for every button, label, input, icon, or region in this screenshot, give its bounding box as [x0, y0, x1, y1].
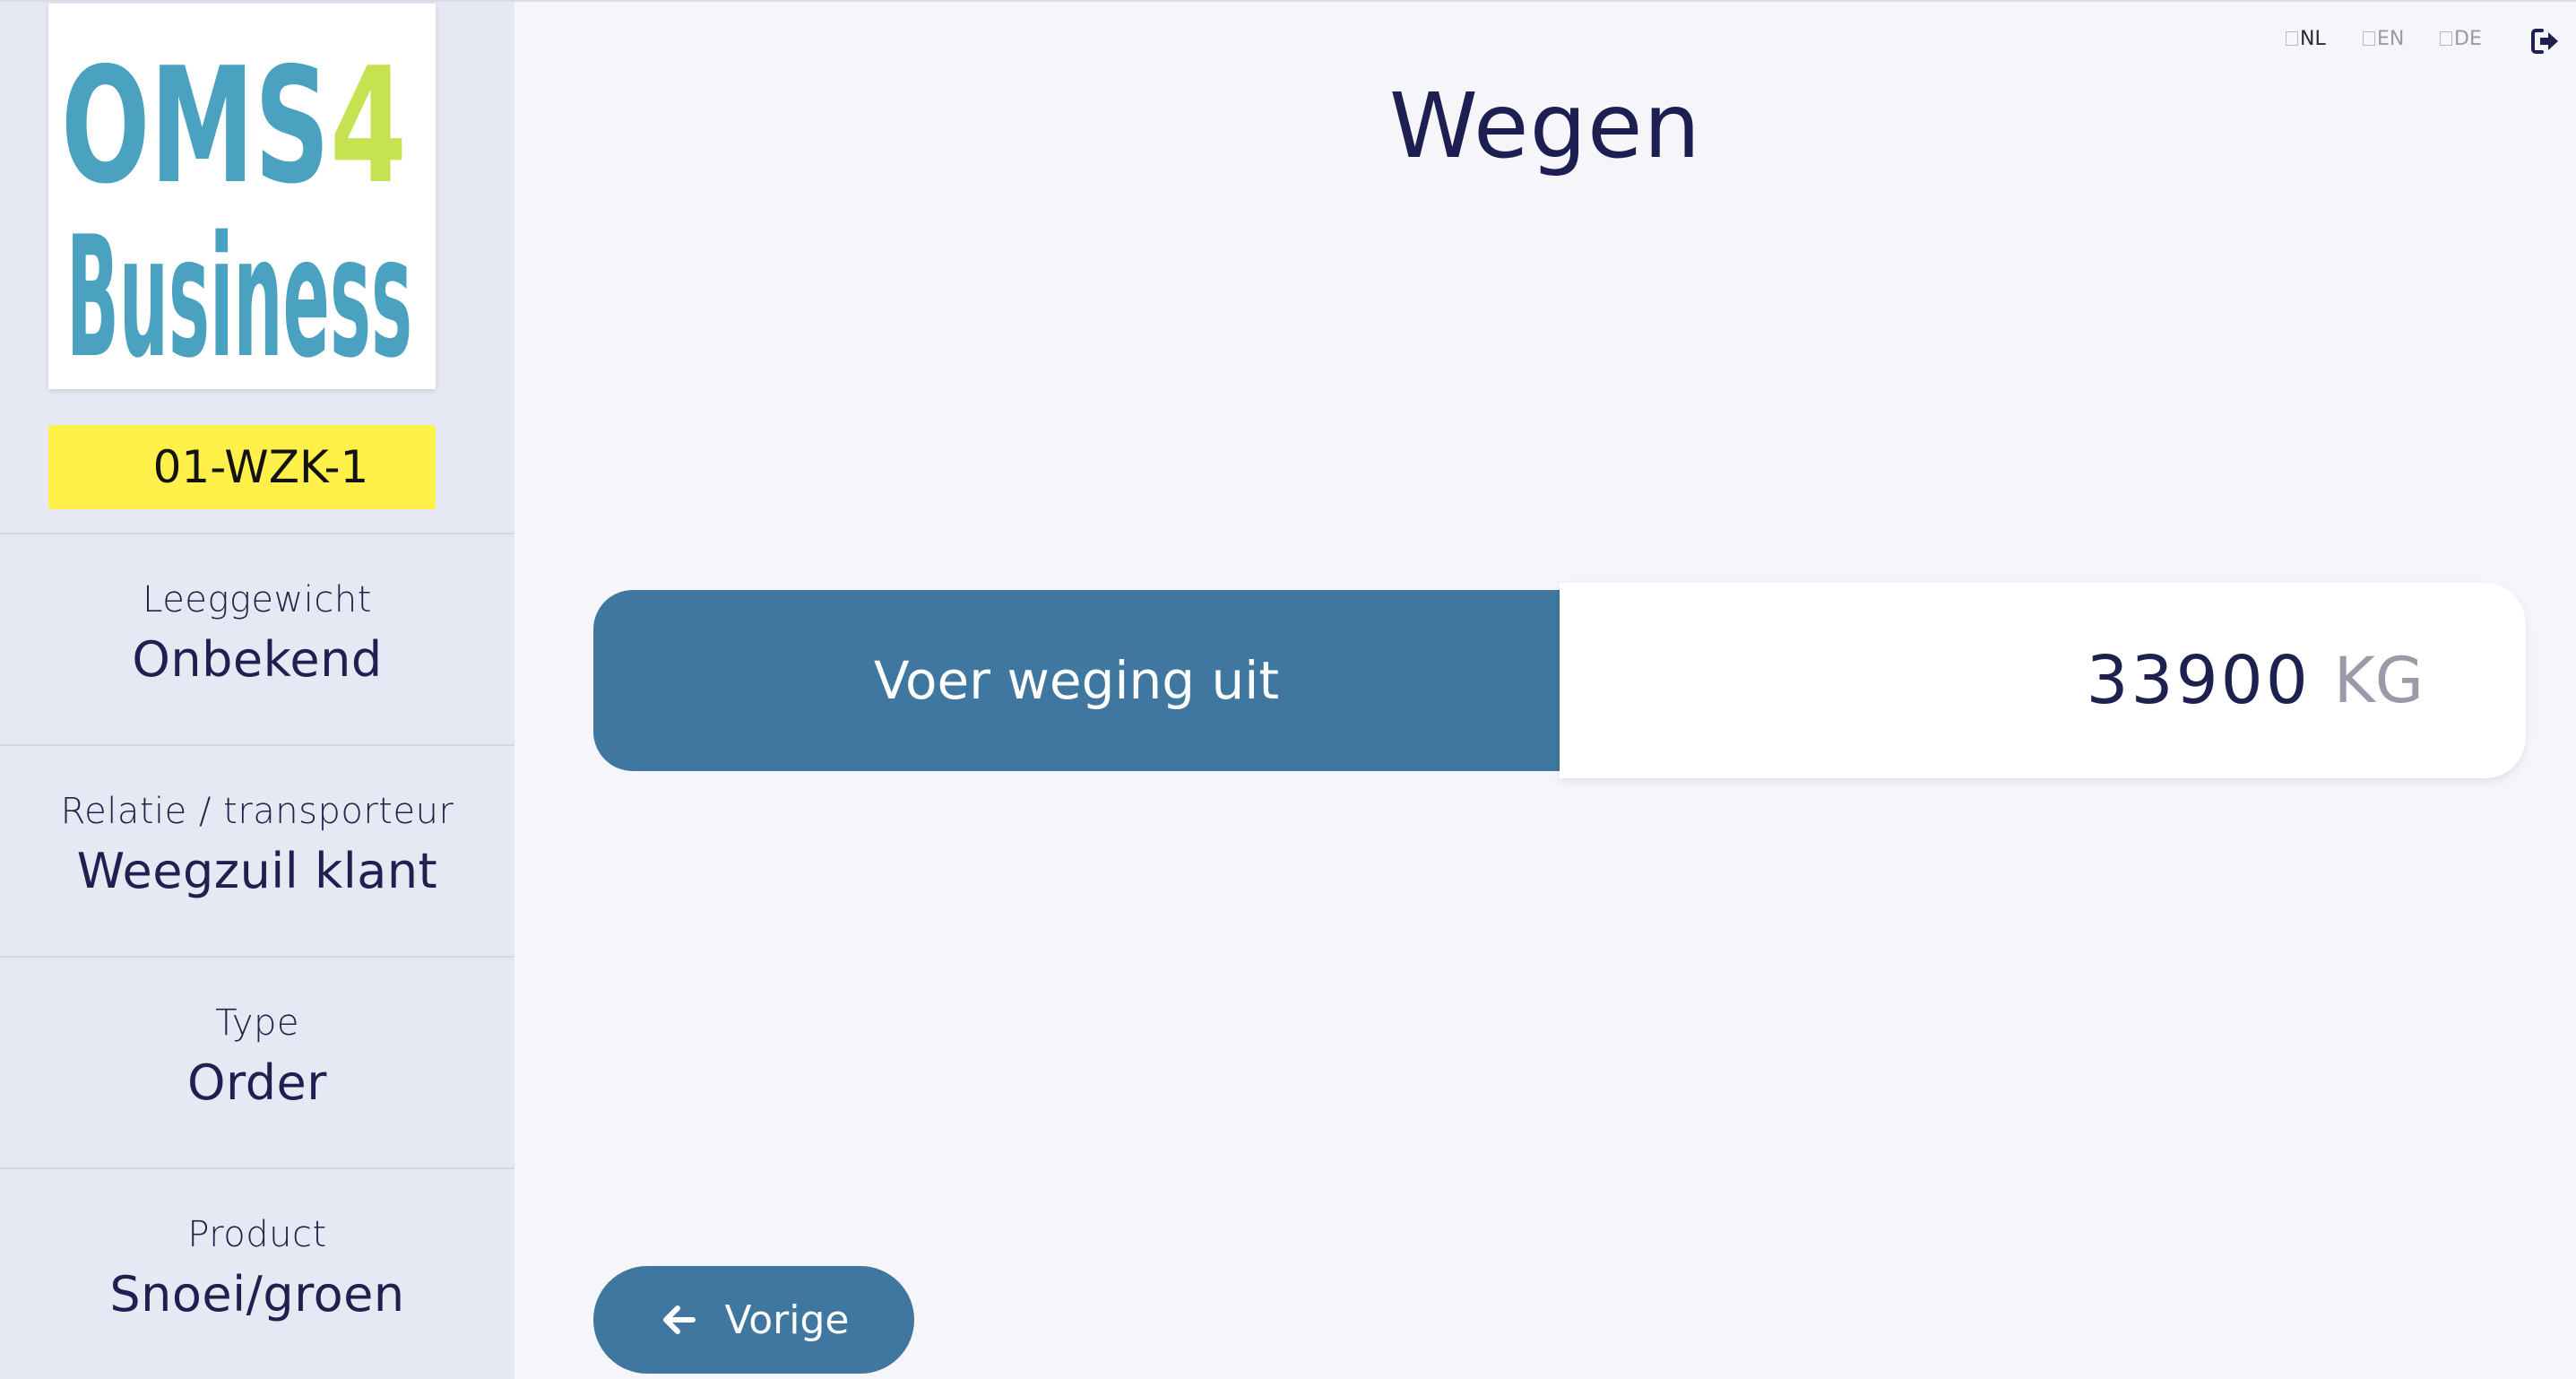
info-empty-weight: Leeggewicht Onbekend: [0, 533, 514, 742]
info-value: Weegzuil klant: [76, 843, 438, 899]
language-nl-label: NL: [2300, 27, 2326, 50]
logout-button[interactable]: [2529, 25, 2562, 57]
logo-text-business: Business: [66, 200, 412, 389]
logo-text-4: 4: [330, 33, 407, 219]
info-type: Type Order: [0, 956, 514, 1166]
weight-display: 33900 KG: [1560, 583, 2526, 778]
info-label: Product: [187, 1214, 327, 1255]
language-en[interactable]: EN: [2363, 25, 2404, 52]
info-value: Onbekend: [132, 631, 383, 688]
previous-button-label: Vorige: [724, 1297, 850, 1343]
info-label: Type: [215, 1002, 299, 1044]
logo-graphic: OMS 4 Business: [61, 33, 412, 389]
info-value: Order: [187, 1054, 327, 1111]
language-de[interactable]: DE: [2440, 25, 2482, 52]
info-label: Relatie / transporteur: [60, 791, 454, 832]
language-nl[interactable]: NL: [2286, 25, 2326, 52]
flag-de-icon: [2440, 31, 2452, 46]
company-logo: OMS 4 Business: [48, 4, 436, 389]
info-value: Snoei/groen: [109, 1266, 405, 1323]
sidebar: OMS 4 Business 01-WZK-1 Leeggewicht Onbe…: [0, 2, 514, 1379]
app-root: OMS 4 Business 01-WZK-1 Leeggewicht Onbe…: [0, 0, 2576, 1379]
info-label: Leeggewicht: [143, 579, 372, 620]
logo-text-oms: OMS: [61, 33, 330, 219]
flag-nl-icon: [2286, 31, 2298, 46]
info-product: Product Snoei/groen: [0, 1167, 514, 1379]
license-plate: 01-WZK-1: [48, 425, 436, 509]
weight-value: 33900: [2086, 642, 2311, 719]
page-title: Wegen: [1389, 74, 1701, 178]
previous-button[interactable]: Vorige: [593, 1266, 914, 1374]
flag-en-icon: [2363, 31, 2375, 46]
perform-weighing-button[interactable]: Voer weging uit: [593, 590, 1560, 771]
language-en-label: EN: [2377, 27, 2405, 50]
language-de-label: DE: [2454, 27, 2482, 50]
info-relation: Relatie / transporteur Weegzuil klant: [0, 744, 514, 954]
sign-out-icon: [2531, 29, 2558, 54]
arrow-left-icon: [662, 1305, 696, 1334]
weight-unit: KG: [2333, 644, 2424, 717]
